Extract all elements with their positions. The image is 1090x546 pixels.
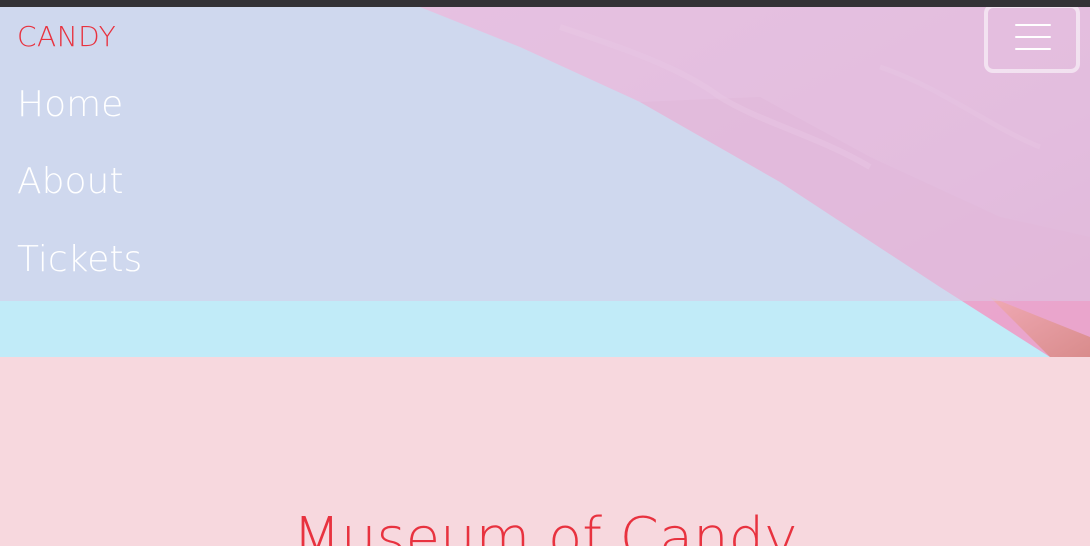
nav-item-about[interactable]: About: [17, 160, 123, 203]
hamburger-menu-icon: [1015, 24, 1051, 26]
menu-toggle-button[interactable]: [984, 4, 1080, 73]
hamburger-menu-icon: [1015, 48, 1051, 50]
hamburger-menu-icon: [1015, 36, 1051, 38]
main-section: Museum of Candy: [0, 357, 1090, 546]
brand-logo[interactable]: CANDY: [17, 20, 116, 54]
page: CANDY Home About Tickets Museum of Candy: [0, 0, 1090, 546]
nav-item-home[interactable]: Home: [17, 83, 123, 126]
nav-item-tickets[interactable]: Tickets: [17, 238, 142, 281]
browser-top-bar: [0, 0, 1090, 7]
nav-menu-panel: [0, 7, 1090, 301]
page-title: Museum of Candy: [292, 506, 798, 546]
